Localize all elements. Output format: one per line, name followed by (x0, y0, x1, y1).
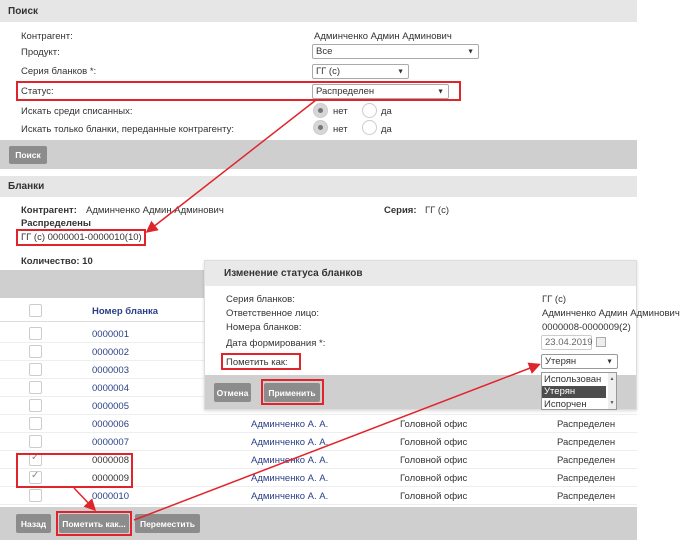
arrow-mark-to-dropdown (133, 362, 541, 521)
arrow-status-to-range (145, 99, 317, 233)
annotation-arrows (73, 99, 541, 521)
arrow-rows-to-mark (73, 487, 97, 512)
